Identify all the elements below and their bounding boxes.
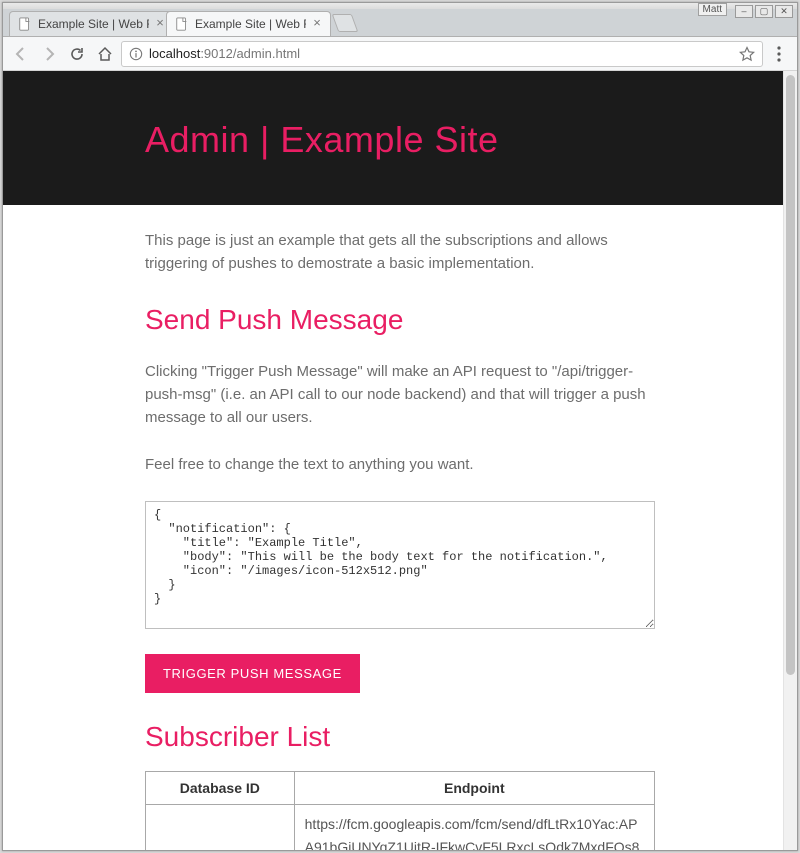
browser-tabstrip: Example Site | Web F × Example Site | We… [3,9,797,37]
bookmark-star-icon[interactable] [738,45,756,63]
page-favicon-icon [175,17,189,31]
url-path: :9012/admin.html [200,46,300,61]
address-bar[interactable]: localhost:9012/admin.html [121,41,763,67]
site-info-icon[interactable] [128,46,143,61]
col-endpoint: Endpoint [294,771,654,804]
window-maximize-button[interactable]: ▢ [755,5,773,18]
subscriber-list-heading: Subscriber List [145,721,655,753]
window-minimize-button[interactable]: – [735,5,753,18]
subscriber-table: Database ID Endpoint Iege3Q7Dxz3aVShL ht… [145,771,655,851]
cell-endpoint: https://fcm.googleapis.com/fcm/send/dfLt… [294,804,654,850]
scrollbar-thumb[interactable] [786,75,795,675]
browser-tab-0[interactable]: Example Site | Web F × [9,11,174,36]
page-viewport: Admin | Example Site This page is just a… [3,71,797,850]
window-close-button[interactable]: ✕ [775,5,793,18]
page-title: Admin | Example Site [145,119,655,161]
forward-button[interactable] [37,42,61,66]
tab-title: Example Site | Web F [38,17,149,31]
send-push-description: Clicking "Trigger Push Message" will mak… [145,360,655,430]
page-favicon-icon [18,17,32,31]
table-header-row: Database ID Endpoint [146,771,655,804]
back-button[interactable] [9,42,33,66]
push-payload-textarea[interactable] [145,501,655,629]
col-database-id: Database ID [146,771,295,804]
tab-title: Example Site | Web F [195,17,306,31]
url-host: localhost [149,46,200,61]
page-header: Admin | Example Site [3,71,797,205]
os-user-badge: Matt [698,3,727,16]
intro-text: This page is just an example that gets a… [145,229,655,276]
reload-button[interactable] [65,42,89,66]
page-scrollbar[interactable] [783,71,797,850]
trigger-push-button[interactable]: TRIGGER PUSH MESSAGE [145,654,360,693]
browser-menu-button[interactable] [767,42,791,66]
browser-toolbar: localhost:9012/admin.html [3,37,797,71]
home-button[interactable] [93,42,117,66]
cell-database-id: Iege3Q7Dxz3aVShL [146,804,295,850]
send-push-hint: Feel free to change the text to anything… [145,453,655,476]
new-tab-button[interactable] [332,14,359,32]
tab-close-icon[interactable]: × [153,17,167,31]
url-text: localhost:9012/admin.html [149,46,300,61]
browser-tab-1[interactable]: Example Site | Web F × [166,11,331,36]
send-push-heading: Send Push Message [145,304,655,336]
tab-close-icon[interactable]: × [310,17,324,31]
table-row: Iege3Q7Dxz3aVShL https://fcm.googleapis.… [146,804,655,850]
